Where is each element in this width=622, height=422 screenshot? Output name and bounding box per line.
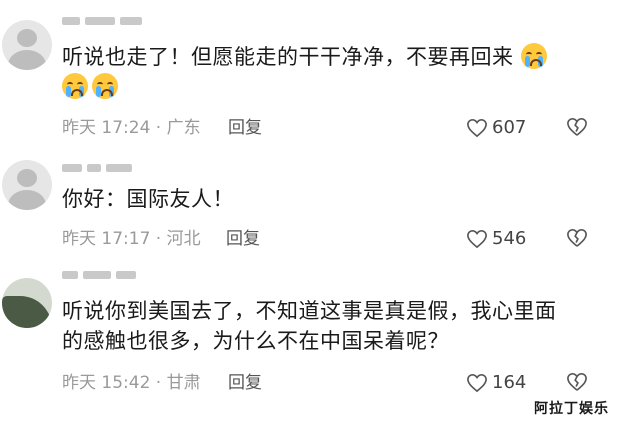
dislike-button[interactable] bbox=[566, 117, 588, 137]
username-redacted[interactable] bbox=[62, 161, 152, 175]
dislike-button[interactable] bbox=[566, 228, 588, 248]
crying-face-emoji bbox=[62, 73, 88, 99]
comment-meta: 昨天 15:42 · 甘肃 bbox=[62, 373, 201, 393]
crying-face-emoji bbox=[92, 73, 118, 99]
username-redacted[interactable] bbox=[62, 268, 152, 282]
like-count: 546 bbox=[492, 228, 527, 249]
heart-icon bbox=[467, 373, 487, 393]
like-count: 607 bbox=[492, 117, 527, 138]
comment-meta: 昨天 17:17 · 河北 bbox=[62, 229, 201, 249]
reply-button[interactable]: 回复 bbox=[226, 228, 260, 250]
avatar[interactable] bbox=[2, 20, 52, 70]
avatar[interactable] bbox=[2, 278, 52, 328]
broken-heart-icon bbox=[567, 372, 587, 391]
comment-meta: 昨天 17:24 · 广东 bbox=[62, 118, 201, 138]
dislike-button[interactable] bbox=[566, 372, 588, 392]
comment-text: 听说你到美国去了，不知道这事是真是假，我心里面 的感触也很多，为什么不在中国呆着… bbox=[62, 299, 557, 353]
reply-button[interactable]: 回复 bbox=[228, 372, 262, 394]
heart-icon bbox=[467, 229, 487, 249]
heart-icon bbox=[467, 118, 487, 138]
like-button[interactable]: 546 bbox=[466, 228, 526, 250]
like-count: 164 bbox=[492, 372, 527, 393]
reply-button[interactable]: 回复 bbox=[228, 117, 262, 139]
comment-text: 你好：国际友人！ bbox=[62, 187, 234, 211]
watermark: 阿拉丁娱乐 bbox=[534, 401, 609, 417]
comment-text: 听说也走了！但愿能走的干干净净，不要再回来 bbox=[62, 42, 592, 102]
broken-heart-icon bbox=[567, 117, 587, 136]
avatar[interactable] bbox=[2, 160, 52, 210]
broken-heart-icon bbox=[567, 228, 587, 247]
like-button[interactable]: 164 bbox=[466, 372, 526, 394]
like-button[interactable]: 607 bbox=[466, 117, 526, 139]
crying-face-emoji bbox=[520, 43, 547, 69]
username-redacted[interactable] bbox=[62, 14, 152, 28]
